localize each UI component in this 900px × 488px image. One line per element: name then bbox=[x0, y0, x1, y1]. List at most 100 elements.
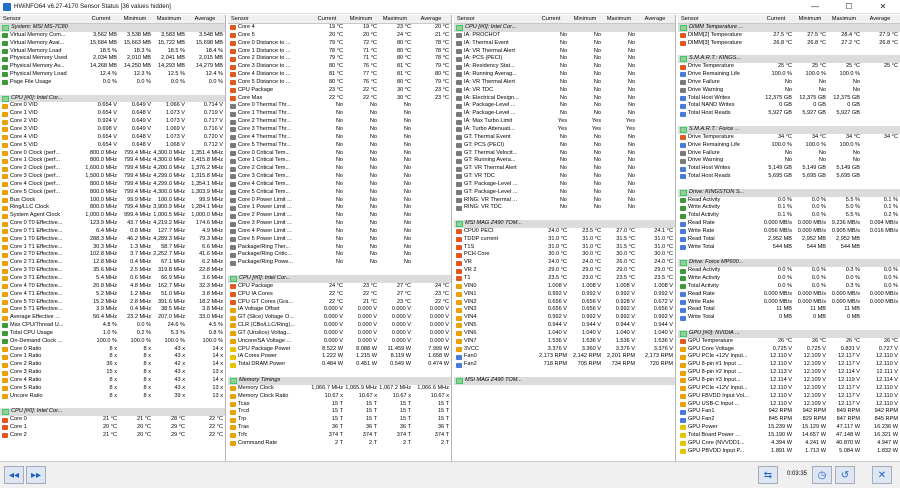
sensor-row[interactable]: CPU Package 24 °C 23 °C 27 °C 24 °C bbox=[228, 283, 451, 291]
sensor-row[interactable]: Fan0 2,173 RPM 2,142 RPM 2,201 RPM 2,173 RPM bbox=[454, 353, 675, 361]
sensor-row[interactable]: GT (Slice) Voltage O... 0.000 V 0.000 V 0.0… bbox=[228, 314, 451, 322]
sensor-row[interactable]: Read Total 2,952 MB 2,952 MB 2,952 MB bbox=[678, 236, 900, 244]
sensor-row[interactable]: Trcd 15 T 15 T 15 T 15 T bbox=[228, 408, 451, 416]
sensor-row[interactable]: Ring/LLC Clock 800.0 MHz 799.4 MHz 3,900.9 … bbox=[0, 204, 225, 212]
sensor-row[interactable]: Core 4 Clock (perf... 800.0 MHz 799.4 MHz 4… bbox=[0, 181, 225, 189]
sensor-group-header[interactable]: Memory Timings bbox=[228, 376, 451, 385]
sensor-row[interactable]: VIN0 1.008 V 1.008 V 1.008 V 1.008 V bbox=[454, 283, 675, 291]
sensor-row[interactable]: DIMM[2] Temperature 27.5 °C 27.5 °C 28.4 °C… bbox=[678, 32, 900, 40]
sensor-row[interactable]: Core 1 VID 0.654 V 0.648 V 1.073 V 0.719 V bbox=[0, 110, 225, 118]
column-header-average[interactable]: Average bbox=[637, 15, 675, 23]
close-sensors-button[interactable]: ✕ bbox=[872, 466, 892, 484]
sensor-row[interactable]: Uncore/SA Voltage ... 0.000 V 0.000 V 0.000… bbox=[228, 338, 451, 346]
sensor-row[interactable]: GPU PCIe +12V Input... 12.110 V 12.109 V 12… bbox=[678, 385, 900, 393]
sensor-row[interactable]: Core 4 T1 Effective... 5.2 MHz 1.2 MHz 51.0… bbox=[0, 291, 225, 299]
sensor-row[interactable]: VIN3 0.656 V 0.656 V 0.992 V 0.656 V bbox=[454, 306, 675, 314]
sensor-row[interactable]: Package/Ring Ther... No No No bbox=[228, 244, 451, 252]
sensor-row[interactable]: IA: Electrical Design... No No No bbox=[454, 95, 675, 103]
maximize-button[interactable]: ☐ bbox=[832, 0, 866, 14]
sensor-row[interactable]: Core 4 Critical Tem... No No No bbox=[228, 181, 451, 189]
prev-panel-button[interactable]: ◂◂ bbox=[4, 466, 24, 484]
sensor-row[interactable]: Write Activity 0.0 % 0.0 % 0.0 % 0.0 % bbox=[678, 275, 900, 283]
column-header-sensor[interactable]: Sensor bbox=[0, 15, 85, 23]
network-icon[interactable]: ⇆ bbox=[758, 466, 778, 484]
sensor-row[interactable]: GPU Core (NVVDD1... 4.394 W 4.241 W 40.870 … bbox=[678, 440, 900, 448]
sensor-row[interactable]: VR 24.0 °C 24.0 °C 26.0 °C 24.0 °C bbox=[454, 259, 675, 267]
sensor-row[interactable]: Memory Clock 1,066.7 MHz 1,065.9 MHz 1,067.… bbox=[228, 385, 451, 393]
sensor-row[interactable]: Core 2 T1 Effective... 12.8 MHz 0.4 MHz 67.… bbox=[0, 259, 225, 267]
sensor-row[interactable]: Core 1 Clock (perf... 800.0 MHz 799.4 MHz 4… bbox=[0, 157, 225, 165]
sensor-row[interactable]: Drive Remaining Life 100.0 % 100.0 % 100.0 … bbox=[678, 142, 900, 150]
sensor-row[interactable]: Core 4 Thermal Thr... No No No bbox=[228, 134, 451, 142]
sensor-row[interactable]: GPU FBVDD Input Vol... 12.110 V 12.109 V 12… bbox=[678, 393, 900, 401]
sensor-row[interactable]: Total DRAM Power 0.484 W 0.451 W 0.549 W 0.4… bbox=[228, 361, 451, 369]
sensor-row[interactable]: 3VCC 3.376 V 3.360 V 3.376 V 3.376 V bbox=[454, 346, 675, 354]
sensor-row[interactable]: CPU IA Cores 22 °C 22 °C 27 °C 23 °C bbox=[228, 291, 451, 299]
column-header-current[interactable]: Current bbox=[311, 15, 345, 23]
sensor-row[interactable]: GPU Fan2 845 RPM 829 RPM 847 RPM 845 RPM bbox=[678, 416, 900, 424]
column-header-sensor[interactable]: Sensor bbox=[454, 15, 535, 23]
sensor-row[interactable]: Read Total 11 MB 11 MB 11 MB bbox=[678, 306, 900, 314]
sensor-group-header[interactable]: Drive: Force MP600... bbox=[678, 259, 900, 268]
sensor-row[interactable]: Core Max 22 °C 22 °C 30 °C 23 °C bbox=[228, 95, 451, 103]
sensor-row[interactable]: GPU USB-C Input ... 12.110 V 12.109 V 12.11… bbox=[678, 401, 900, 409]
column-header-maximum[interactable]: Maximum bbox=[153, 15, 187, 23]
sensor-row[interactable]: Write Activity 0.1 % 0.0 % 5.0 % 0.1 % bbox=[678, 204, 900, 212]
sensor-group-header[interactable]: MSI MAG Z490 TOM... bbox=[454, 220, 675, 228]
sensor-row[interactable]: Read Activity 0.0 % 0.0 % 0.3 % 0.0 % bbox=[678, 267, 900, 275]
sensor-row[interactable]: GT: VR Thermal Alert No No No bbox=[454, 165, 675, 173]
sensor-row[interactable]: RING: VR Thermal ... No No No bbox=[454, 197, 675, 205]
sensor-row[interactable]: VIN7 1.536 V 1.536 V 1.536 V 1.536 V bbox=[454, 338, 675, 346]
sensor-row[interactable]: Command Rate 2 T2 T2 T2 T bbox=[228, 440, 451, 448]
sensor-row[interactable]: Core 5 Critical Tem... No No No bbox=[228, 189, 451, 197]
sensor-row[interactable]: Write Rate 0.056 MB/s 0.000 MB/s 0.905 MB/s… bbox=[678, 228, 900, 236]
next-panel-button[interactable]: ▸▸ bbox=[26, 466, 46, 484]
sensor-group-header[interactable]: MSI MAG Z490 TOM... bbox=[454, 376, 675, 385]
sensor-row[interactable]: GPU Power 15.239 W 15.129 W 47.117 W 16.236 … bbox=[678, 424, 900, 432]
sensor-row[interactable]: GPU Core Voltage 0.725 V 0.725 V 0.831 V 0.7… bbox=[678, 346, 900, 354]
sensor-group-header[interactable]: DIMM Temperature ... bbox=[678, 24, 900, 32]
sensor-row[interactable]: Core 5 Distance to ... 80 °C 76 °C 80 °C 79 … bbox=[228, 79, 451, 87]
sensor-row[interactable]: Core 1 20 °C 20 °C 29 °C 22 °C bbox=[0, 424, 225, 432]
sensor-row[interactable]: Bus Clock 100.0 MHz 99.9 MHz 100.0 MHz 99.9 … bbox=[0, 197, 225, 205]
sensor-row[interactable]: Physical Memory Load 12.4 % 12.3 % 12.5 % 12… bbox=[0, 71, 225, 79]
sensor-row[interactable]: Total Activity 0.1 % 0.0 % 5.5 % 0.2 % bbox=[678, 212, 900, 220]
sensor-row[interactable]: IA: Running Averag... No No No bbox=[454, 71, 675, 79]
sensor-row[interactable]: VIN4 0.992 V 0.992 V 0.992 V 0.992 V bbox=[454, 314, 675, 322]
sensor-row[interactable]: Core 5 Clock (perf... 800.0 MHz 799.4 MHz 4… bbox=[0, 189, 225, 197]
sensor-row[interactable]: Core 2 21 °C 20 °C 29 °C 22 °C bbox=[0, 432, 225, 440]
sensor-row[interactable]: Virtual Memory Load 18.5 % 18.3 % 18.5 % 18.… bbox=[0, 48, 225, 56]
sensor-row[interactable]: DIMM[3] Temperature 26.8 °C 26.8 °C 27.2 °C… bbox=[678, 40, 900, 48]
sensor-row[interactable]: Core 2 Clock (perf... 1,600.0 MHz 799.4 MH… bbox=[0, 165, 225, 173]
sensor-row[interactable]: Drive Temperature 34 °C 34 °C 34 °C 34 °C bbox=[678, 134, 900, 142]
sensor-row[interactable]: Core 0 Clock (perf... 800.0 MHz 799.4 MHz 4… bbox=[0, 150, 225, 158]
sensor-row[interactable]: Core 2 Critical Tem... No No No bbox=[228, 165, 451, 173]
sensor-row[interactable]: RING: VR TDC No No No bbox=[454, 204, 675, 212]
sensor-row[interactable]: GPU Fan1 942 RPM 942 RPM 849 RPM 942 RPM bbox=[678, 408, 900, 416]
sensor-row[interactable]: Core 5 Power Limit ... No No No bbox=[228, 236, 451, 244]
sensor-row[interactable]: Core 0 Critical Tem... No No No bbox=[228, 150, 451, 158]
sensor-row[interactable]: Core 1 Thermal Thr... No No No bbox=[228, 110, 451, 118]
sensor-group-header[interactable]: System: MSI MS-7C80 bbox=[0, 24, 225, 32]
column-header-minimum[interactable]: Minimum bbox=[345, 15, 379, 23]
sensor-row[interactable]: GT: Thermal Velocit... No No No bbox=[454, 150, 675, 158]
sensor-group-header[interactable]: CPU [#0]: Intel Cor... bbox=[0, 94, 225, 103]
sensor-row[interactable]: Core 5 VID 0.654 V 0.648 V 1.068 V 0.712 V bbox=[0, 142, 225, 150]
sensor-row[interactable]: Total Activity 0.0 % 0.0 % 0.3 % 0.0 % bbox=[678, 283, 900, 291]
sensor-row[interactable]: Total Host Reads 5,695 GB 5,695 GB 5,695 GB bbox=[678, 173, 900, 181]
sensor-row[interactable]: Core 1 Distance to ... 78 °C 71 °C 80 °C 78 … bbox=[228, 48, 451, 56]
sensor-row[interactable]: Drive Failure No No No bbox=[678, 150, 900, 158]
sensor-row[interactable]: Core 1 T1 Effective... 30.3 MHz 1.3 MHz 58.… bbox=[0, 244, 225, 252]
sensor-group-header[interactable]: CPU [#0]: Intel Cor... bbox=[228, 275, 451, 283]
sensor-row[interactable]: Uncore Ratio 8 x8 x 39 x 13 x bbox=[0, 393, 225, 401]
sensor-row[interactable]: GPU PCIe +12V Input... 12.110 V 12.109 V 12… bbox=[678, 353, 900, 361]
sensor-group-header[interactable]: S.M.A.R.T.: KINGS... bbox=[678, 55, 900, 64]
sensor-row[interactable]: Write Total 0 MB 0 MB 0 MB bbox=[678, 314, 900, 322]
sensor-row[interactable]: Core 3 Ratio 15 x8 x 43 x 13 x bbox=[0, 369, 225, 377]
sensor-row[interactable]: GT: Package-Level ... No No No bbox=[454, 189, 675, 197]
sensor-row[interactable]: Core 2 Distance to ... 79 °C 71 °C 80 °C 78 … bbox=[228, 55, 451, 63]
sensor-row[interactable]: Core 3 VID 0.698 V 0.649 V 1.069 V 0.716 V bbox=[0, 126, 225, 134]
sensor-row[interactable]: Total Host Writes 5,149 GB 5,149 GB 5,149 G… bbox=[678, 165, 900, 173]
sensor-row[interactable]: CPU Package Power 8.522 W 8.088 W 11.459 W7… bbox=[228, 346, 451, 354]
sensor-row[interactable]: Drive Temperature 25 °C 25 °C 25 °C 25 °C bbox=[678, 63, 900, 71]
